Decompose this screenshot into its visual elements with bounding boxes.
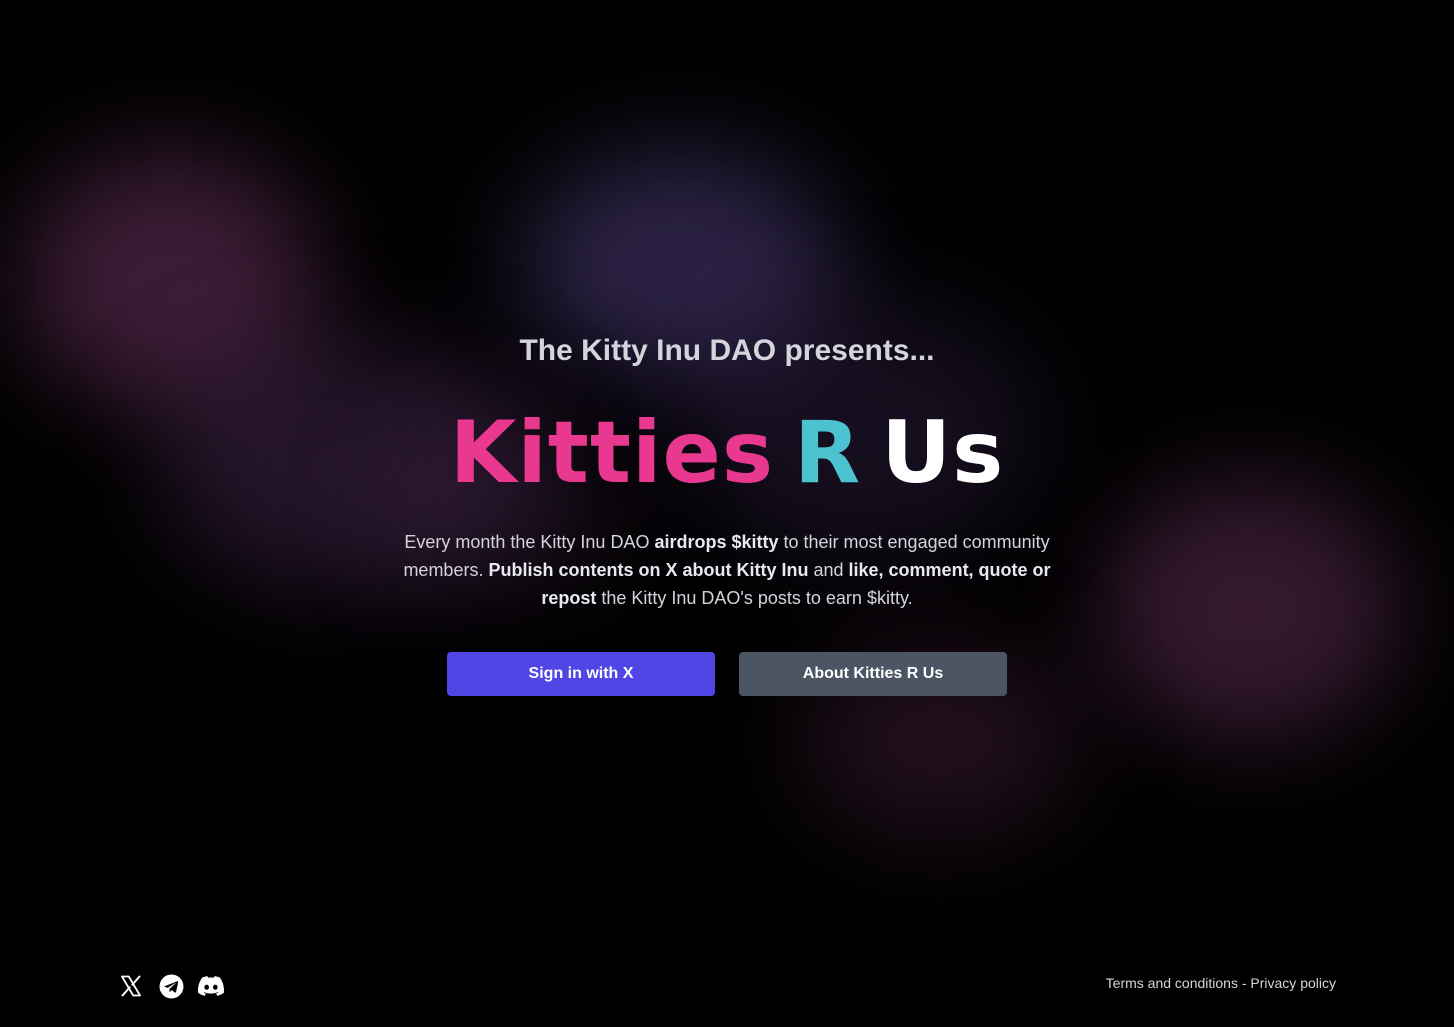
terms-link[interactable]: Terms and conditions <box>1106 975 1238 991</box>
about-kitties-button[interactable]: About Kitties R Us <box>739 652 1007 696</box>
hero-subtitle: The Kitty Inu DAO presents... <box>519 334 935 367</box>
discord-icon <box>198 976 224 996</box>
brand-title: Kitties R Us <box>0 398 1454 508</box>
description-emphasis: Publish contents on X about Kitty Inu <box>488 560 809 580</box>
hero-description: Every month the Kitty Inu DAO airdrops $… <box>395 528 1059 612</box>
hero-section: The Kitty Inu DAO presents... Kitties R Us… <box>0 0 1454 1027</box>
x-icon <box>121 975 141 997</box>
brand-word-kitties: Kitties <box>449 403 775 503</box>
privacy-link[interactable]: Privacy policy <box>1250 975 1336 991</box>
legal-links: Terms and conditions - Privacy policy <box>1106 975 1336 991</box>
brand-word-us: Us <box>881 403 1005 503</box>
brand-word-r: R <box>794 403 862 503</box>
description-text: the Kitty Inu DAO's posts to earn $kitty… <box>596 588 913 608</box>
social-links <box>117 972 237 1000</box>
telegram-link[interactable] <box>157 972 185 1000</box>
legal-separator: - <box>1237 975 1251 991</box>
discord-link[interactable] <box>197 972 225 1000</box>
description-emphasis: airdrops $kitty <box>654 532 779 552</box>
description-text: Every month the Kitty Inu DAO <box>404 532 655 552</box>
description-text: and <box>808 560 849 580</box>
sign-in-with-x-button[interactable]: Sign in with X <box>447 652 715 696</box>
x-link[interactable] <box>117 972 145 1000</box>
telegram-icon <box>159 974 183 998</box>
